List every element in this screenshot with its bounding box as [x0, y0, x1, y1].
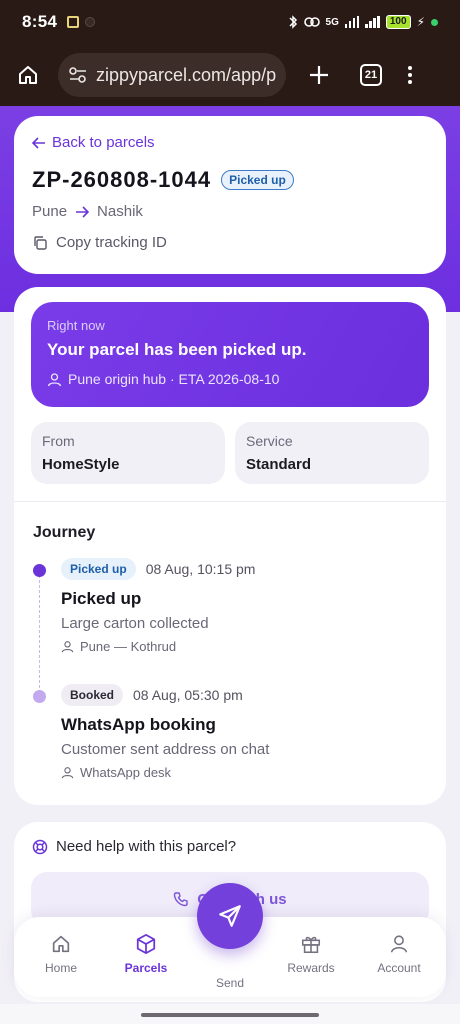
person-icon	[390, 935, 408, 953]
timeline-dot-active	[33, 564, 46, 577]
event-location: Pune — Kothrud	[61, 639, 431, 654]
notification-icon	[67, 16, 80, 28]
url-text: zippyparcel.com/app/p	[96, 64, 277, 85]
event-location-text: Pune — Kothrud	[80, 639, 177, 654]
arrow-left-icon	[32, 136, 45, 149]
status-message: Your parcel has been picked up.	[47, 340, 307, 359]
timeline-dot	[33, 690, 46, 703]
event-tag: Picked up	[61, 558, 136, 580]
journey-event: Booked 08 Aug, 05:30 pm WhatsApp booking…	[61, 684, 431, 780]
browser-toolbar: zippyparcel.com/app/p 21	[0, 44, 460, 106]
event-location: WhatsApp desk	[61, 765, 431, 780]
person-pin-icon	[61, 767, 74, 779]
url-bar[interactable]: zippyparcel.com/app/p	[58, 53, 286, 97]
arrow-right-icon	[76, 205, 90, 218]
event-time: 08 Aug, 10:15 pm	[145, 561, 256, 577]
link-icon	[303, 17, 320, 27]
gesture-bar	[0, 1004, 460, 1024]
network-label: 5G	[325, 16, 339, 28]
person-pin-icon	[47, 372, 62, 386]
event-description: Customer sent address on chat	[61, 741, 270, 758]
bluetooth-icon	[289, 15, 297, 29]
back-label: Back to parcels	[52, 134, 155, 151]
journey-title: Journey	[33, 524, 96, 541]
copy-icon	[34, 235, 47, 250]
nav-rewards[interactable]: Rewards	[271, 933, 351, 975]
home-icon	[52, 935, 70, 953]
help-title-text: Need help with this parcel?	[56, 838, 237, 855]
nav-account-label: Account	[377, 961, 421, 975]
nav-home[interactable]: Home	[21, 933, 101, 975]
from-value: HomeStyle	[42, 456, 120, 473]
plus-icon	[310, 66, 328, 84]
person-pin-icon	[61, 641, 74, 653]
charging-icon: ⚡	[416, 15, 425, 29]
event-time: 08 Aug, 05:30 pm	[133, 687, 243, 703]
notification-dot-icon	[85, 17, 96, 27]
service-box: Service Standard	[235, 422, 429, 484]
event-location-text: WhatsApp desk	[80, 765, 172, 780]
home-icon	[19, 66, 37, 84]
gift-icon	[301, 936, 321, 954]
nav-send-label[interactable]: Send	[190, 976, 270, 990]
status-location-text: Pune origin hub · ETA 2026-08-10	[68, 371, 280, 387]
nav-parcels[interactable]: Parcels	[106, 933, 186, 975]
timeline-line	[39, 575, 40, 693]
status-kicker: Right now	[47, 318, 105, 333]
service-value: Standard	[246, 456, 312, 473]
new-tab-button[interactable]	[304, 60, 334, 90]
tab-switcher-button[interactable]: 21	[360, 64, 382, 86]
signal-icon	[344, 16, 360, 28]
lifebuoy-icon	[32, 839, 48, 854]
nav-home-label: Home	[44, 961, 77, 975]
send-icon	[219, 905, 241, 927]
journey-event: Picked up 08 Aug, 10:15 pm Picked up Lar…	[61, 558, 431, 654]
status-bar: 8:54 5G 100 ⚡	[0, 0, 460, 44]
status-time: 8:54	[22, 12, 58, 31]
status-badge: Picked up	[221, 170, 294, 190]
parcel-header-card: Back to parcels ZP-260808-1044 Picked up…	[14, 116, 446, 274]
nav-rewards-label: Rewards	[287, 961, 335, 975]
back-to-parcels-link[interactable]: Back to parcels	[32, 134, 428, 151]
current-status-card: Right now Your parcel has been picked up…	[31, 302, 429, 407]
event-tag: Booked	[61, 684, 124, 706]
battery-icon: 100	[385, 15, 411, 29]
browser-home-button[interactable]	[12, 59, 44, 91]
phone-icon	[174, 892, 189, 907]
event-description: Large carton collected	[61, 615, 209, 632]
box-icon	[136, 933, 156, 955]
copy-label: Copy tracking ID	[56, 234, 167, 251]
route: Pune Nashik	[32, 203, 428, 220]
divider	[14, 501, 446, 502]
from-box: From HomeStyle	[31, 422, 225, 484]
browser-menu-button[interactable]	[408, 66, 412, 84]
destination-city: Nashik	[97, 203, 143, 220]
signal-2-icon	[365, 16, 380, 28]
parcel-id: ZP-260808-1044	[32, 167, 212, 192]
help-title: Need help with this parcel?	[32, 838, 428, 855]
event-title: WhatsApp booking	[61, 715, 216, 734]
from-label: From	[42, 433, 75, 449]
send-button[interactable]	[197, 883, 263, 949]
copy-tracking-id-button[interactable]: Copy tracking ID	[32, 234, 428, 251]
parcel-detail-card: Right now Your parcel has been picked up…	[14, 287, 446, 805]
privacy-dot-icon	[431, 18, 438, 26]
site-settings-icon[interactable]	[68, 66, 88, 84]
service-label: Service	[246, 433, 293, 449]
nav-account[interactable]: Account	[359, 933, 439, 975]
origin-city: Pune	[32, 203, 68, 220]
nav-parcels-label: Parcels	[124, 961, 168, 975]
status-location: Pune origin hub · ETA 2026-08-10	[47, 371, 413, 387]
event-title: Picked up	[61, 589, 142, 608]
